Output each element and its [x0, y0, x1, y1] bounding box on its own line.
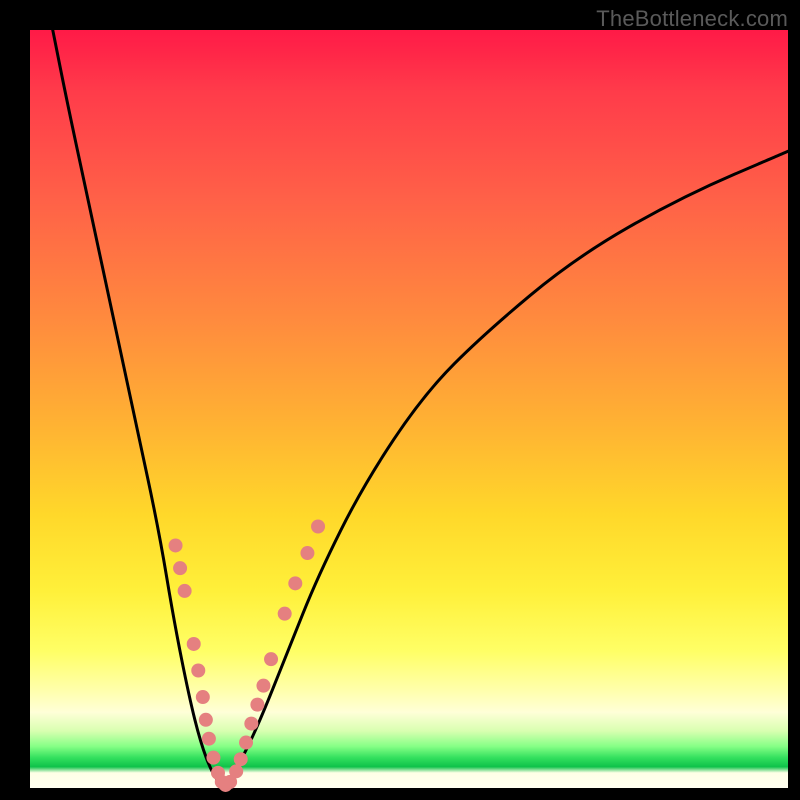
chart-frame: TheBottleneck.com: [0, 0, 800, 800]
plot-area: [30, 30, 788, 788]
watermark-text: TheBottleneck.com: [596, 6, 788, 32]
bottleneck-curve: [53, 30, 788, 784]
curve-layer: [30, 30, 788, 788]
